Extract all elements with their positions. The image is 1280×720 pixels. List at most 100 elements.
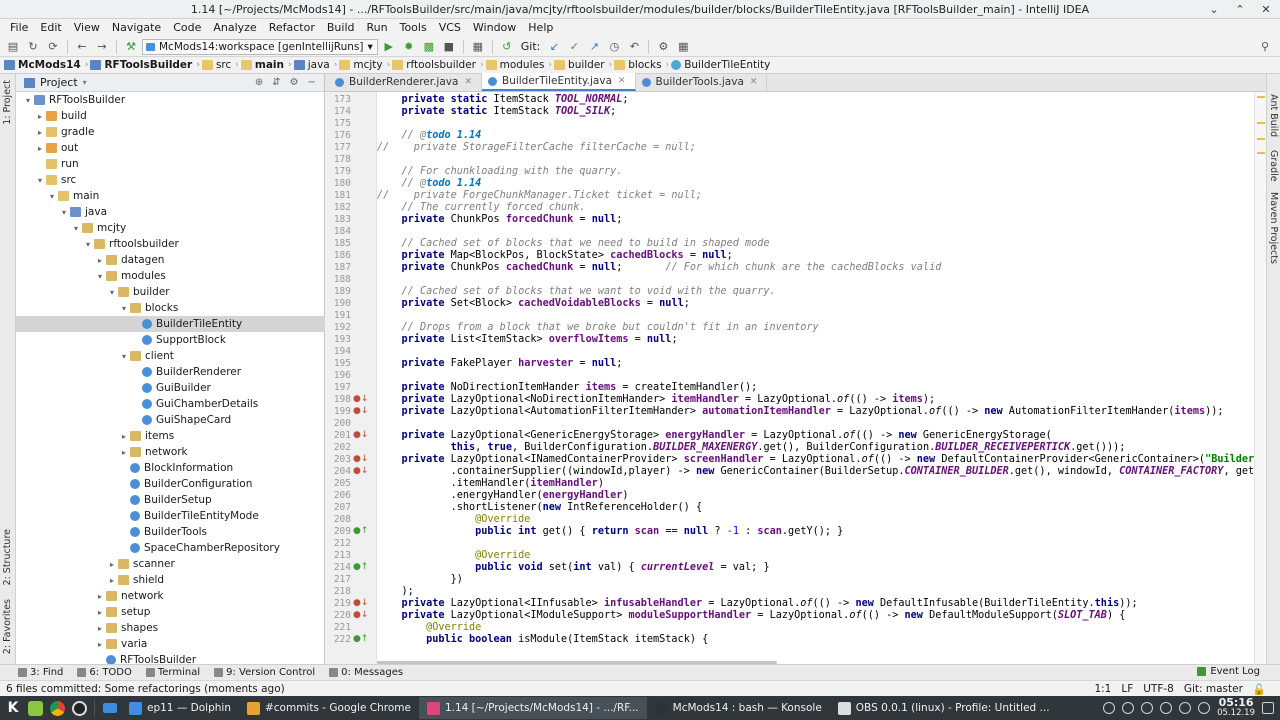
volume-icon[interactable] — [1141, 702, 1154, 714]
tab-builder-renderer[interactable]: BuilderRenderer.java ✕ — [329, 73, 482, 91]
implements-marker-icon[interactable]: ●↓ — [353, 430, 368, 440]
reload-icon[interactable]: ⟳ — [44, 38, 62, 56]
tree-item[interactable]: SpaceChamberRepository — [16, 540, 325, 556]
code-line[interactable]: private Map<BlockPos, BlockState> cached… — [377, 250, 733, 262]
implements-marker-icon[interactable]: ●↓ — [353, 406, 368, 416]
code-line[interactable]: // Cached set of blocks that we need to … — [377, 238, 770, 250]
tree-item[interactable]: BuilderTileEntityMode — [16, 508, 325, 524]
code-line[interactable]: // Cached set of blocks that we want to … — [377, 286, 776, 298]
chevron-right-icon[interactable]: ▸ — [94, 640, 106, 649]
code-line[interactable]: }) — [377, 574, 463, 586]
debug-icon[interactable]: ✹ — [400, 38, 418, 56]
chevron-down-icon[interactable]: ▾ — [118, 304, 130, 313]
run-configuration-select[interactable]: McMods14:workspace [genIntellijRuns] ▾ — [142, 38, 378, 55]
breadcrumb-item[interactable]: rftoolsbuilder › — [392, 59, 485, 71]
tree-item[interactable]: ▾ modules — [16, 268, 325, 284]
code-line[interactable]: ); — [377, 586, 414, 598]
stop-icon[interactable]: ■ — [440, 38, 458, 56]
code-line[interactable]: .shortListener(new IntReferenceHolder() … — [377, 502, 703, 514]
code-line[interactable]: .energyHandler(energyHandler) — [377, 490, 629, 502]
code-line[interactable]: private LazyOptional<INamedContainerProv… — [377, 454, 1262, 466]
show-desktop-icon[interactable] — [99, 697, 121, 719]
chevron-right-icon[interactable]: ▸ — [34, 128, 46, 137]
vcs-update-icon[interactable]: ↙ — [545, 38, 563, 56]
tree-item[interactable]: GuiBuilder — [16, 380, 325, 396]
side-tab-ant-build[interactable]: Ant Build — [1268, 94, 1279, 137]
override-marker-icon[interactable]: ●↑ — [353, 526, 368, 536]
tree-item[interactable]: run — [16, 156, 325, 172]
menu-edit[interactable]: Edit — [34, 19, 67, 37]
implements-marker-icon[interactable]: ●↓ — [353, 454, 368, 464]
code-line[interactable]: private List<ItemStack> overflowItems = … — [377, 334, 678, 346]
menu-view[interactable]: View — [68, 19, 106, 37]
gear-icon[interactable]: ⚙ — [290, 77, 299, 88]
code-line[interactable]: public boolean isModule(ItemStack itemSt… — [377, 634, 708, 646]
chevron-right-icon[interactable]: ▸ — [34, 112, 46, 121]
forward-icon[interactable]: → — [93, 38, 111, 56]
tree-item[interactable]: ▸ shield — [16, 572, 325, 588]
code-line[interactable]: .containerSupplier((windowId,player) -> … — [377, 466, 1262, 478]
tree-item[interactable]: GuiChamberDetails — [16, 396, 325, 412]
code-line[interactable]: this, true, BuilderConfiguration.BUILDER… — [377, 442, 1126, 454]
chevron-down-icon[interactable]: ▾ — [22, 96, 34, 105]
tool-window-find[interactable]: 3: Find — [18, 667, 63, 678]
hide-icon[interactable]: − — [308, 77, 316, 88]
lock-icon[interactable]: 🔓 — [1253, 683, 1266, 696]
kde-launcher-icon[interactable]: K — [2, 697, 24, 719]
error-stripe[interactable] — [1254, 92, 1266, 664]
project-structure-icon[interactable]: ▦ — [469, 38, 487, 56]
chevron-right-icon[interactable]: ▸ — [106, 560, 118, 569]
code-line[interactable]: private LazyOptional<GenericEnergyStorag… — [377, 430, 1052, 442]
vcs-commit-icon[interactable]: ✓ — [565, 38, 583, 56]
tree-item[interactable]: ▸ shapes — [16, 620, 325, 636]
caret-position[interactable]: 1:1 — [1094, 683, 1111, 695]
battery-icon[interactable] — [1179, 702, 1192, 714]
code-line[interactable]: private LazyOptional<IModuleSupport> mod… — [377, 610, 1126, 622]
run-icon[interactable]: ▶ — [380, 38, 398, 56]
code-line[interactable]: private ChunkPos forcedChunk = null; — [377, 214, 623, 226]
tree-item[interactable]: SupportBlock — [16, 332, 325, 348]
code-line[interactable]: private ChunkPos cachedChunk = null; // … — [377, 262, 942, 274]
tree-item[interactable]: ▾ client — [16, 348, 325, 364]
tree-item[interactable]: ▾ main — [16, 188, 325, 204]
code-line[interactable]: @Override — [377, 550, 530, 562]
vcs-rollback-icon[interactable]: ↶ — [625, 38, 643, 56]
code-line[interactable]: // For chunkloading with the quarry. — [377, 166, 623, 178]
coverage-icon[interactable]: ▩ — [420, 38, 438, 56]
file-encoding[interactable]: UTF-8 — [1143, 683, 1174, 695]
menu-vcs[interactable]: VCS — [433, 19, 467, 37]
tree-item[interactable]: ▸ items — [16, 428, 325, 444]
tree-item[interactable]: BuilderTools — [16, 524, 325, 540]
code-line[interactable]: private Set<Block> cachedVoidableBlocks … — [377, 298, 690, 310]
search-everywhere-icon[interactable]: ⚲ — [1256, 38, 1274, 56]
gradle-refresh-icon[interactable]: ↺ — [498, 38, 516, 56]
tree-item[interactable]: BuilderTileEntity — [16, 316, 325, 332]
menu-file[interactable]: File — [4, 19, 34, 37]
code-line[interactable]: // Drops from a block that we broke but … — [377, 322, 819, 334]
tree-item[interactable]: ▸ setup — [16, 604, 325, 620]
chevron-down-icon[interactable]: ▾ — [34, 176, 46, 185]
code-line[interactable]: private static ItemStack TOOL_NORMAL; — [377, 94, 629, 106]
code-line[interactable]: // private ForgeChunkManager.Ticket tick… — [377, 190, 702, 202]
side-tab-project[interactable]: 1: Project — [2, 80, 13, 125]
tree-item[interactable]: ▸ out — [16, 140, 325, 156]
vcs-push-icon[interactable]: ↗ — [585, 38, 603, 56]
chevron-down-icon[interactable]: ▾ — [70, 224, 82, 233]
tree-item[interactable]: ▸ network — [16, 588, 325, 604]
taskbar-task[interactable]: 1.14 [~/Projects/McMods14] - .../RF... — [418, 697, 647, 719]
tree-item[interactable]: ▾ rftoolsbuilder — [16, 236, 325, 252]
breadcrumb-item[interactable]: main › — [240, 59, 294, 71]
build-hammer-icon[interactable]: ⚒ — [122, 38, 140, 56]
side-tab-gradle[interactable]: Gradle — [1268, 150, 1279, 182]
implements-marker-icon[interactable]: ●↓ — [353, 394, 368, 404]
vcs-history-icon[interactable]: ◷ — [605, 38, 623, 56]
chevron-right-icon[interactable]: ▸ — [94, 624, 106, 633]
tree-item[interactable]: ▸ network — [16, 444, 325, 460]
tree-item[interactable]: GuiShapeCard — [16, 412, 325, 428]
chrome-launcher-icon[interactable] — [46, 697, 68, 719]
bluetooth-icon[interactable] — [1160, 702, 1173, 714]
tree-item[interactable]: ▾ src — [16, 172, 325, 188]
tree-item[interactable]: ▸ build — [16, 108, 325, 124]
tree-item[interactable]: ▸ varia — [16, 636, 325, 652]
tree-item[interactable]: BuilderConfiguration — [16, 476, 325, 492]
